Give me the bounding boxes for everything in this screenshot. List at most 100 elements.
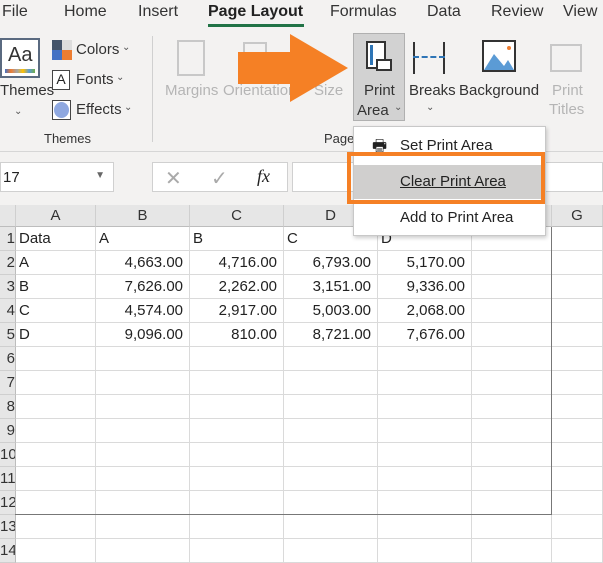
- cell[interactable]: 4,574.00: [96, 299, 190, 323]
- cell[interactable]: [552, 515, 603, 539]
- cell[interactable]: [284, 395, 378, 419]
- cell[interactable]: [16, 419, 96, 443]
- select-all-corner[interactable]: [0, 205, 16, 227]
- row-header-14[interactable]: 14: [0, 539, 16, 563]
- print-area-button[interactable]: Print Area ⌄: [353, 33, 405, 121]
- row-header-3[interactable]: 3: [0, 275, 16, 299]
- tab-review[interactable]: Review: [491, 3, 543, 21]
- themes-icon[interactable]: Aa: [0, 38, 40, 78]
- cell[interactable]: [190, 467, 284, 491]
- cell[interactable]: 9,096.00: [96, 323, 190, 347]
- cell[interactable]: [378, 419, 472, 443]
- cell[interactable]: [472, 539, 552, 563]
- tab-home[interactable]: Home: [64, 3, 107, 21]
- column-header-b[interactable]: B: [96, 205, 190, 227]
- cell[interactable]: [552, 467, 603, 491]
- margins-button[interactable]: Margins: [165, 82, 218, 99]
- cell[interactable]: [552, 443, 603, 467]
- row-header-4[interactable]: 4: [0, 299, 16, 323]
- cell[interactable]: 810.00: [190, 323, 284, 347]
- cell[interactable]: [96, 395, 190, 419]
- cell[interactable]: [96, 347, 190, 371]
- cell[interactable]: C: [16, 299, 96, 323]
- cell[interactable]: [190, 539, 284, 563]
- cell[interactable]: [378, 395, 472, 419]
- row-header-5[interactable]: 5: [0, 323, 16, 347]
- cell[interactable]: [284, 419, 378, 443]
- cell[interactable]: [552, 227, 603, 251]
- cell[interactable]: [284, 467, 378, 491]
- cell[interactable]: 7,676.00: [378, 323, 472, 347]
- cell[interactable]: 7,626.00: [96, 275, 190, 299]
- tab-formulas[interactable]: Formulas: [330, 3, 397, 21]
- cell[interactable]: [378, 347, 472, 371]
- column-header-g[interactable]: G: [552, 205, 603, 227]
- row-header-2[interactable]: 2: [0, 251, 16, 275]
- cell[interactable]: [552, 347, 603, 371]
- cell[interactable]: [378, 491, 472, 515]
- cell[interactable]: [190, 395, 284, 419]
- column-header-a[interactable]: A: [16, 205, 96, 227]
- cell[interactable]: [378, 515, 472, 539]
- cell[interactable]: [16, 515, 96, 539]
- cell[interactable]: 9,336.00: [378, 275, 472, 299]
- cell[interactable]: [552, 299, 603, 323]
- cell[interactable]: 4,716.00: [190, 251, 284, 275]
- row-header-1[interactable]: 1: [0, 227, 16, 251]
- cell[interactable]: [190, 515, 284, 539]
- cell[interactable]: [190, 443, 284, 467]
- cell[interactable]: [284, 539, 378, 563]
- row-header-8[interactable]: 8: [0, 395, 16, 419]
- cell[interactable]: Data: [16, 227, 96, 251]
- cell[interactable]: [96, 467, 190, 491]
- cell[interactable]: [472, 443, 552, 467]
- colors-button[interactable]: Colors: [76, 41, 119, 58]
- cell[interactable]: 2,917.00: [190, 299, 284, 323]
- cell[interactable]: [284, 443, 378, 467]
- cell[interactable]: [472, 419, 552, 443]
- breaks-button[interactable]: Breaks: [409, 82, 456, 99]
- cell[interactable]: [284, 347, 378, 371]
- cell[interactable]: [472, 299, 552, 323]
- cell[interactable]: [284, 491, 378, 515]
- cell[interactable]: [472, 491, 552, 515]
- cell[interactable]: [16, 347, 96, 371]
- cell[interactable]: [472, 371, 552, 395]
- cell[interactable]: [552, 395, 603, 419]
- effects-button[interactable]: Effects: [76, 101, 122, 118]
- cell[interactable]: [190, 347, 284, 371]
- cell[interactable]: 2,262.00: [190, 275, 284, 299]
- cell[interactable]: [472, 395, 552, 419]
- themes-button[interactable]: Themes: [0, 82, 54, 99]
- cell[interactable]: [472, 251, 552, 275]
- row-header-7[interactable]: 7: [0, 371, 16, 395]
- cell[interactable]: [16, 395, 96, 419]
- tab-view[interactable]: View: [563, 3, 597, 21]
- row-header-13[interactable]: 13: [0, 515, 16, 539]
- cell[interactable]: [472, 323, 552, 347]
- cell[interactable]: [378, 467, 472, 491]
- row-header-6[interactable]: 6: [0, 347, 16, 371]
- cell[interactable]: [96, 371, 190, 395]
- print-titles-button[interactable]: Print: [552, 82, 583, 99]
- cell[interactable]: A: [16, 251, 96, 275]
- cell[interactable]: [378, 539, 472, 563]
- cell[interactable]: [552, 251, 603, 275]
- cell[interactable]: [16, 371, 96, 395]
- cell[interactable]: [16, 539, 96, 563]
- cancel-icon[interactable]: ✕: [165, 166, 182, 191]
- cell[interactable]: B: [16, 275, 96, 299]
- cell[interactable]: [378, 371, 472, 395]
- row-header-12[interactable]: 12: [0, 491, 16, 515]
- cell[interactable]: 8,721.00: [284, 323, 378, 347]
- name-box[interactable]: 17 ▼: [0, 162, 114, 192]
- cell[interactable]: [16, 467, 96, 491]
- cell[interactable]: [472, 515, 552, 539]
- background-button[interactable]: Background: [459, 82, 539, 99]
- tab-insert[interactable]: Insert: [138, 3, 178, 21]
- tab-page-layout[interactable]: Page Layout: [208, 3, 303, 21]
- cell[interactable]: [96, 515, 190, 539]
- tab-file[interactable]: File: [2, 3, 28, 21]
- cell[interactable]: [552, 419, 603, 443]
- cell[interactable]: [96, 419, 190, 443]
